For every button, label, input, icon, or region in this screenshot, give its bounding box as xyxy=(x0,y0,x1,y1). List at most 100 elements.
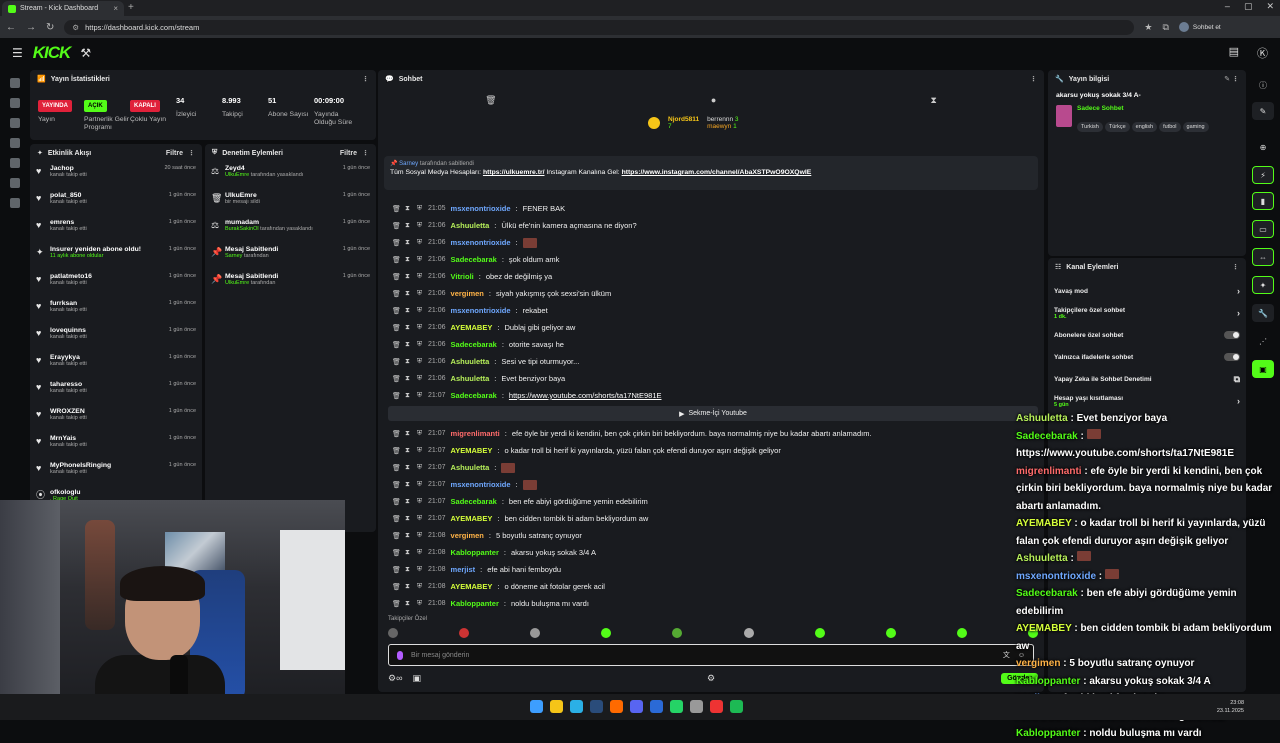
trash-icon[interactable]: 🗑 xyxy=(392,290,401,298)
activity-filter-button[interactable]: Filtre xyxy=(166,150,183,157)
message-user[interactable]: Ashuuletta xyxy=(451,357,490,366)
trash-icon[interactable]: 🗑 xyxy=(392,549,401,557)
shield-icon[interactable]: ⛨ xyxy=(416,205,423,213)
timeout-icon[interactable]: ⧗ xyxy=(404,392,411,400)
new-tab-icon[interactable]: + xyxy=(128,2,134,13)
timeout-icon[interactable]: ⧗ xyxy=(404,358,411,366)
trash-icon[interactable]: 🗑 xyxy=(392,566,401,574)
url-input[interactable]: ⚙ https://dashboard.kick.com/stream xyxy=(64,19,1135,35)
activity-item[interactable]: ♥ lovequinns kanalı takip etti 1 gün önce xyxy=(30,324,202,351)
users-icon[interactable] xyxy=(10,178,20,188)
youtube-link-bar[interactable]: ▶ Sekme-İçi Youtube xyxy=(388,406,1038,421)
mod-filter-button[interactable]: Filtre xyxy=(340,150,357,157)
message-text[interactable]: https://www.youtube.com/shorts/ta17NtE98… xyxy=(509,391,662,400)
message-user[interactable]: Vitrioli xyxy=(451,272,474,281)
message-user[interactable]: migrenlimanti xyxy=(451,429,500,438)
reload-icon[interactable]: ↻ xyxy=(46,22,54,33)
message-user[interactable]: vergimen xyxy=(451,531,484,540)
shield-icon[interactable]: ⛨ xyxy=(416,481,423,489)
channel-action-item[interactable]: Yapay Zeka ile Sohbet Denetimi ⧉ xyxy=(1048,368,1246,390)
message-user[interactable]: Sadecebarak xyxy=(451,497,497,506)
emote-icon[interactable] xyxy=(530,628,541,638)
maximize-icon[interactable]: ▢ xyxy=(1244,1,1253,12)
trash-icon[interactable]: 🗑 xyxy=(392,358,401,366)
emote-icon[interactable] xyxy=(388,628,398,638)
mod-action-item[interactable]: ⚖ mumadam BurakSakinOl tarafından yasaklan… xyxy=(205,216,376,243)
timeout-icon[interactable]: ⧗ xyxy=(404,239,411,247)
message-user[interactable]: AYEMABEY xyxy=(451,582,493,591)
info-icon[interactable]: ⓘ xyxy=(1252,76,1274,94)
shield-icon[interactable]: ⛨ xyxy=(416,498,423,506)
activity-item[interactable]: ♥ Jachop kanalı takip etti 20 saat önce xyxy=(30,162,202,189)
message-user[interactable]: msxenontrioxide xyxy=(451,238,511,247)
activity-item[interactable]: ♥ emrens kanalı takip etti 1 gün önce xyxy=(30,216,202,243)
timeout-icon[interactable]: ⧗ xyxy=(404,583,411,591)
more-icon[interactable]: ⋮ xyxy=(188,149,195,157)
stream-tag[interactable]: Türkçe xyxy=(1104,122,1130,132)
message-user[interactable]: AYEMABEY xyxy=(451,514,493,523)
activity-item[interactable]: ✦ Insurer yeniden abone oldu! 11 aylık abo… xyxy=(30,243,202,270)
tools-icon[interactable]: ⚒ xyxy=(80,46,91,60)
message-user[interactable]: Sadecebarak xyxy=(451,391,497,400)
site-info-icon[interactable]: ⚙ xyxy=(72,23,79,32)
chat-icon[interactable]: ● xyxy=(711,95,716,105)
forward-icon[interactable]: → xyxy=(26,22,36,33)
trash-icon[interactable]: 🗑 xyxy=(392,498,401,506)
shield-icon[interactable]: ⛨ xyxy=(416,549,423,557)
activity-item[interactable]: ♥ taharesso kanalı takip etti 1 gün önce xyxy=(30,378,202,405)
app2-icon[interactable] xyxy=(690,700,703,713)
timeout-icon[interactable]: ⧗ xyxy=(404,375,411,383)
shield-icon[interactable]: ⛨ xyxy=(416,307,423,315)
stream-tag[interactable]: Turkish xyxy=(1077,122,1103,132)
chat-settings-icon[interactable]: ⚙ xyxy=(707,673,715,684)
activity-item[interactable]: ♥ patlatmeto16 kanalı takip etti 1 gün önce xyxy=(30,270,202,297)
more-icon[interactable]: ⋮ xyxy=(1232,263,1239,271)
app3-icon[interactable] xyxy=(710,700,723,713)
trash-icon[interactable]: 🗑 xyxy=(392,600,401,608)
pinned-link-2[interactable]: https://www.instagram.com/channel/AbaXST… xyxy=(622,169,812,176)
wrench-icon[interactable]: 🔧 xyxy=(1252,304,1274,322)
pinned-link-1[interactable]: https://ulkuemre.tr/ xyxy=(483,169,545,176)
trash-icon[interactable]: 🗑 xyxy=(392,205,401,213)
trash-icon[interactable]: 🗑 xyxy=(392,324,401,332)
timeout-icon[interactable]: ⧗ xyxy=(404,222,411,230)
timeout-icon[interactable]: ⧗ xyxy=(404,549,411,557)
timeout-icon[interactable]: ⧗ xyxy=(404,307,411,315)
more-icon[interactable]: ⋮ xyxy=(362,149,369,157)
mod-action-item[interactable]: 🗑 UlkuEmre bir mesajı sildi 1 gün önce xyxy=(205,189,376,216)
message-user[interactable]: Sadecebarak xyxy=(451,255,497,264)
timeout-icon[interactable]: ⧗ xyxy=(404,290,411,298)
activity-item[interactable]: ♥ Erayykya kanalı takip etti 1 gün önce xyxy=(30,351,202,378)
browser-tab[interactable]: Stream - Kick Dashboard × xyxy=(2,1,124,16)
stream-tag[interactable]: gaming xyxy=(1182,122,1209,132)
menu-icon[interactable]: ☰ xyxy=(12,46,23,60)
shield-icon[interactable]: ⛨ xyxy=(416,464,423,472)
firefox-icon[interactable] xyxy=(610,700,623,713)
trash-icon[interactable]: 🗑 xyxy=(392,222,401,230)
message-user[interactable]: Sadecebarak xyxy=(451,340,497,349)
back-icon[interactable]: ← xyxy=(6,22,16,33)
emote-icon[interactable] xyxy=(814,628,825,638)
stream-tag[interactable]: futbol xyxy=(1159,122,1181,132)
stream-icon[interactable] xyxy=(10,78,20,88)
timeout-icon[interactable]: ⧗ xyxy=(404,532,411,540)
store-icon[interactable]: ▣ xyxy=(412,673,421,684)
trash-icon[interactable]: 🗑 xyxy=(392,430,401,438)
message-user[interactable]: AYEMABEY xyxy=(451,446,493,455)
message-user[interactable]: vergimen xyxy=(451,289,484,298)
link-icon[interactable]: ⇔ xyxy=(1252,248,1274,266)
message-user[interactable]: msxenontrioxide xyxy=(451,480,511,489)
kick-logo[interactable]: KICK xyxy=(33,43,72,63)
shield-icon[interactable]: ⛨ xyxy=(416,239,423,247)
share-icon[interactable]: ⋰ xyxy=(1252,332,1274,350)
shield-icon[interactable]: ⛨ xyxy=(416,358,423,366)
close-window-icon[interactable]: ✕ xyxy=(1266,1,1274,12)
clip-icon[interactable]: ▮ xyxy=(1252,192,1274,210)
message-user[interactable]: Ashuuletta xyxy=(451,374,490,383)
lightning-icon[interactable]: ⚡ xyxy=(1252,166,1274,184)
message-icon[interactable]: ▭ xyxy=(1252,220,1274,238)
activity-item[interactable]: ♥ polat_850 kanalı takip etti 1 gün önce xyxy=(30,189,202,216)
community-icon[interactable] xyxy=(10,138,20,148)
emote-icon[interactable] xyxy=(672,628,683,638)
activity-item[interactable]: ♥ WROXZEN kanalı takip etti 1 gün önce xyxy=(30,405,202,432)
